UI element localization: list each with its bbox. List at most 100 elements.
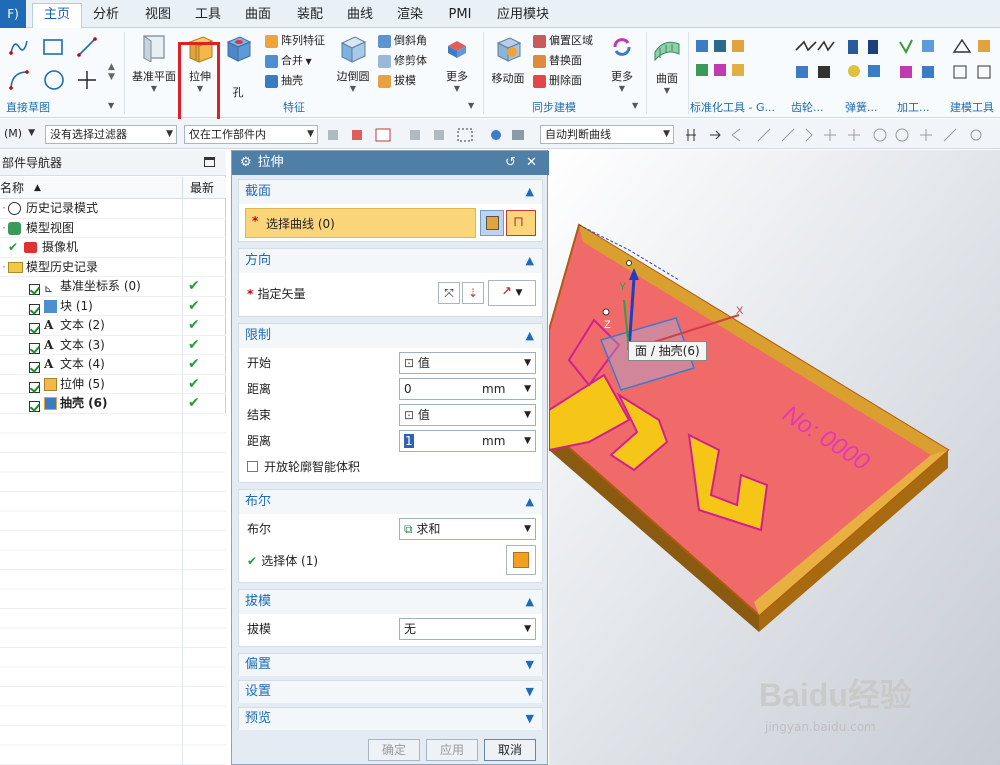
tree-item-model-history[interactable]: · 模型历史记录 (0, 257, 226, 277)
unite-button[interactable]: 合并 ▼ (265, 52, 312, 70)
menu-assembly[interactable]: 装配 (290, 4, 330, 26)
open-profile-row[interactable]: 开放轮廓智能体积 (247, 456, 360, 478)
section-header[interactable]: 截面 ▲ (239, 180, 542, 204)
reset-icon[interactable]: ↺ (505, 151, 516, 175)
edge-blend-button[interactable]: 边倒圆 ▼ (332, 34, 374, 93)
spring-icons[interactable] (846, 38, 886, 88)
line-icon[interactable] (76, 36, 98, 61)
arc-icon[interactable] (8, 36, 30, 61)
boolean-header[interactable]: 布尔 ▲ (239, 490, 542, 514)
extrude-dialog: ⚙ 拉伸 ↺ ✕ 截面 ▲ * 选择曲线 (0) ⊓ 方向 ▲ * 指定矢量 ⤧ ⇣ … (231, 150, 549, 765)
preview-group[interactable]: 预览 ▼ (238, 707, 543, 730)
end-distance-input[interactable]: 1 mm ▼ (399, 430, 536, 452)
machining-icons[interactable] (898, 38, 944, 88)
graphics-window[interactable]: No: 0000 X Y Z 面 / 抽壳(6) Baidu经验 jingyan… (549, 150, 1000, 765)
menu-dropdown[interactable]: (M) ▼ (0, 125, 38, 144)
menu-curve[interactable]: 曲线 (340, 4, 380, 26)
menu-view[interactable]: 视图 (138, 4, 178, 26)
boolean-select[interactable]: ⧉ 求和 ▼ (399, 518, 536, 540)
menu-applications[interactable]: 应用模块 (492, 4, 554, 26)
direction-header[interactable]: 方向 ▲ (239, 249, 542, 273)
tree-item-datum-csys[interactable]: ⊾ 基准坐标系 (0) ✔ (0, 277, 226, 297)
more-feature-button[interactable]: 更多 ▼ (440, 34, 474, 93)
settings-group[interactable]: 设置 ▼ (238, 680, 543, 703)
datum-plane-button[interactable]: 基准平面 ▼ (131, 32, 177, 93)
clock-icon (8, 202, 21, 215)
hole-button[interactable]: 孔 (222, 34, 254, 100)
shell-button[interactable]: 抽壳 (265, 72, 303, 90)
tree-item-block[interactable]: 块 (1) ✔ (0, 296, 226, 316)
tree-item-label: 模型视图 (26, 220, 75, 235)
cancel-button[interactable]: 取消 (484, 739, 536, 761)
offset-region-button[interactable]: 偏置区域 (533, 32, 593, 50)
chevron-down-icon[interactable]: ▼ (108, 101, 114, 110)
surface-button[interactable]: 曲面 ▼ (650, 34, 684, 95)
sketch-expand-icon[interactable]: ▲ ▼ (108, 62, 115, 82)
circle-icon[interactable] (42, 68, 66, 95)
type-filter-select[interactable]: 没有选择过滤器 ▼ (45, 125, 177, 144)
delete-face-button[interactable]: 删除面 (533, 72, 582, 90)
chevron-down-icon[interactable]: ▼ (468, 101, 474, 110)
menu-pmi[interactable]: PMI (440, 4, 480, 26)
end-type-select[interactable]: ⊡ 值 ▼ (399, 404, 536, 426)
snap-toolbar-icons[interactable] (326, 126, 538, 144)
menu-analysis[interactable]: 分析 (86, 4, 126, 26)
select-body-button[interactable] (506, 545, 536, 575)
move-face-button[interactable]: 移动面 (488, 34, 528, 86)
draft-button[interactable]: 拔模 (378, 72, 416, 90)
tree-item-extrude[interactable]: 拉伸 (5) ✔ (0, 374, 226, 394)
ok-button[interactable]: 确定 (368, 739, 420, 761)
offset-group[interactable]: 偏置 ▼ (238, 653, 543, 676)
file-menu[interactable]: F) (0, 0, 26, 28)
select-curve-field[interactable]: * 选择曲线 (0) (245, 208, 476, 238)
chevron-down-icon[interactable]: ▼ (632, 101, 638, 110)
point-icon[interactable] (76, 69, 98, 94)
reverse-direction-button[interactable]: ⤧ (438, 282, 460, 304)
group-build-tools: 建模工具 - (950, 101, 994, 128)
tree-item-text-2[interactable]: A 文本 (2) ✔ (0, 316, 226, 336)
column-latest[interactable]: 最新 (190, 177, 214, 199)
arc-curve-icon[interactable] (8, 68, 30, 95)
tree-item-camera[interactable]: ✔ 摄像机 (0, 238, 226, 258)
tree-item-history-mode[interactable]: · 历史记录模式 (0, 199, 226, 219)
group-feature: 特征 (283, 101, 305, 114)
vector-type-dropdown[interactable]: ↗ ▼ (488, 280, 536, 306)
snap-point-icons[interactable] (684, 126, 1000, 144)
limits-group: 限制 ▲ 开始 ⊡ 值 ▼ 距离 0 mm ▼ 结束 ⊡ 值 ▼ 距离 1 mm ▼ 开放轮廓… (238, 323, 543, 483)
pattern-feature-button[interactable]: 阵列特征 (265, 32, 325, 50)
menu-tools[interactable]: 工具 (188, 4, 228, 26)
rectangle-icon[interactable] (42, 37, 64, 60)
curve-button[interactable]: ⊓ (506, 210, 536, 236)
scope-select[interactable]: 仅在工作部件内 ▼ (184, 125, 318, 144)
sort-up-icon[interactable]: ▲ (34, 177, 41, 199)
apply-button[interactable]: 应用 (426, 739, 478, 761)
tree-item-shell[interactable]: 抽壳 (6) ✔ (0, 394, 226, 414)
draft-header[interactable]: 拔模 ▲ (239, 590, 542, 614)
maximize-icon[interactable] (204, 157, 215, 167)
start-type-select[interactable]: ⊡ 值 ▼ (399, 352, 536, 374)
standard-tools-icons[interactable] (694, 38, 754, 88)
chamfer-button[interactable]: 倒斜角 (378, 32, 427, 50)
curve-rule-select[interactable]: 自动判断曲线 ▼ (540, 125, 674, 144)
more-sync-button[interactable]: 更多 ▼ (605, 34, 639, 93)
menu-surface[interactable]: 曲面 (238, 4, 278, 26)
limits-header[interactable]: 限制 ▲ (239, 324, 542, 348)
draft-select[interactable]: 无 ▼ (399, 618, 536, 640)
trim-body-button[interactable]: 修剪体 (378, 52, 427, 70)
menu-home[interactable]: 主页 (32, 3, 82, 29)
sketch-section-button[interactable] (480, 210, 504, 236)
tree-item-text-4[interactable]: A 文本 (4) ✔ (0, 355, 226, 375)
build-tools-icons[interactable] (952, 38, 1000, 88)
replace-face-button[interactable]: 替换面 (533, 52, 582, 70)
column-name[interactable]: 名称 (0, 177, 24, 199)
model-views-icon (8, 221, 21, 235)
gear-icons[interactable] (794, 38, 838, 88)
menu-render[interactable]: 渲染 (390, 4, 430, 26)
tree-item-model-views[interactable]: · 模型视图 (0, 218, 226, 238)
close-icon[interactable]: ✕ (526, 151, 537, 175)
vector-dialog-button[interactable]: ⇣ (462, 282, 484, 304)
start-distance-input[interactable]: 0 mm ▼ (399, 378, 536, 400)
tree-item-text-3[interactable]: A 文本 (3) ✔ (0, 335, 226, 355)
group-direct-sketch: 直接草图 (6, 101, 50, 114)
open-profile-checkbox[interactable] (247, 461, 258, 472)
